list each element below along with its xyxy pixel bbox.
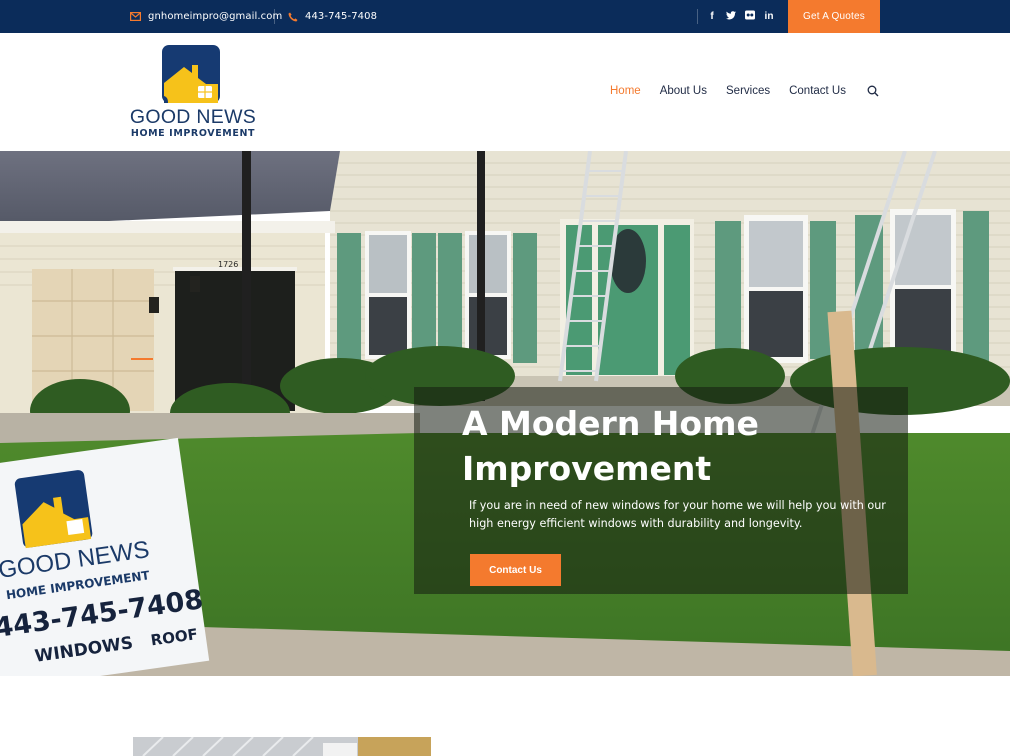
site-header: GOOD NEWS HOME IMPROVEMENT Home About Us… <box>0 33 1010 151</box>
section-image <box>133 737 431 756</box>
nav-about-us[interactable]: About Us <box>660 85 707 97</box>
nav-services[interactable]: Services <box>726 85 770 97</box>
phone-text: 443-745-7408 <box>305 11 378 22</box>
content-section <box>0 676 1010 756</box>
flickr-icon[interactable] <box>745 10 755 23</box>
divider <box>274 9 275 24</box>
phone-icon <box>288 12 298 22</box>
linkedin-icon[interactable]: in <box>764 11 774 22</box>
hero-title: A Modern Home Improvement <box>462 404 759 488</box>
slider-indicator[interactable] <box>131 358 153 360</box>
email-text: gnhomeimpro@gmail.com <box>148 11 283 22</box>
envelope-icon <box>130 12 141 21</box>
facebook-icon[interactable]: f <box>707 11 717 22</box>
twitter-icon[interactable] <box>726 10 736 23</box>
top-bar: gnhomeimpro@gmail.com 443-745-7408 f in … <box>0 0 1010 33</box>
nav-contact-us[interactable]: Contact Us <box>789 85 846 97</box>
logo-brand-name: GOOD NEWS <box>129 106 257 128</box>
phone-contact[interactable]: 443-745-7408 <box>288 0 377 33</box>
logo-house-icon[interactable] <box>162 45 220 103</box>
social-links: f in <box>707 0 774 33</box>
nav-home[interactable]: Home <box>610 85 641 97</box>
email-contact[interactable]: gnhomeimpro@gmail.com <box>130 0 282 33</box>
hero-slider: GOOD NEWS HOME IMPROVEMENT 443-745-7408 … <box>0 151 1010 676</box>
hero-description: If you are in need of new windows for yo… <box>469 499 886 530</box>
divider <box>697 9 698 24</box>
search-icon[interactable] <box>867 85 879 97</box>
contact-us-button[interactable]: Contact Us <box>470 554 561 586</box>
logo-subtitle: HOME IMPROVEMENT <box>130 128 256 139</box>
main-nav: Home About Us Services Contact Us <box>610 85 879 97</box>
get-quotes-button[interactable]: Get A Quotes <box>788 0 880 33</box>
house-number: 1726 <box>218 260 238 269</box>
